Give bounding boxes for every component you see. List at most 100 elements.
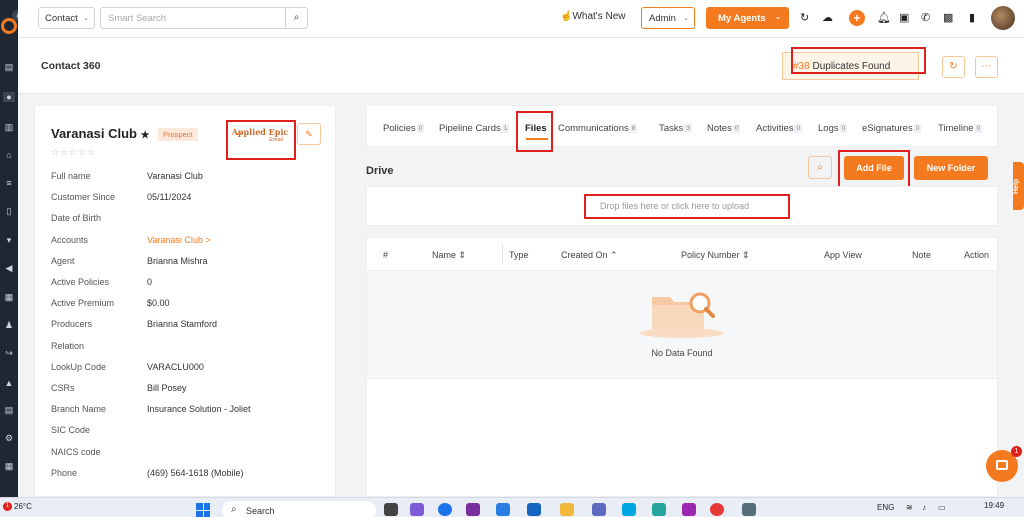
bank-icon[interactable]: ⌂ bbox=[3, 150, 15, 160]
chrome-icon[interactable] bbox=[710, 503, 724, 516]
column-header-policy-number[interactable]: Policy Number ⇕ bbox=[681, 250, 750, 261]
column-header-label: Created On bbox=[561, 250, 608, 260]
tab-label: Logs bbox=[818, 123, 839, 134]
app-icon[interactable] bbox=[496, 503, 510, 516]
document-icon[interactable]: ▯ bbox=[3, 206, 15, 216]
store-icon[interactable] bbox=[592, 503, 606, 516]
bell-icon[interactable]: 🔔︎ bbox=[877, 11, 891, 25]
calculator-app-icon[interactable] bbox=[742, 503, 756, 516]
page-header: Contact 360 #38 Duplicates Found ↻ ⋯ bbox=[18, 38, 1024, 94]
tab-tasks[interactable]: Tasks 3 bbox=[659, 123, 692, 134]
copilot-icon[interactable] bbox=[410, 503, 424, 516]
my-agents-button[interactable]: My Agents ⌄ bbox=[706, 7, 789, 29]
mail-icon[interactable] bbox=[527, 503, 541, 516]
tray-language[interactable]: ENG bbox=[877, 503, 894, 512]
phone-icon[interactable]: ✆ bbox=[921, 11, 930, 25]
highlight-box bbox=[226, 120, 296, 160]
search-scope-select[interactable]: Contact ⌄ bbox=[38, 7, 95, 29]
drive-title: Drive bbox=[366, 165, 394, 177]
chart-icon[interactable]: ▲ bbox=[3, 378, 15, 388]
field-value: 0 bbox=[147, 277, 153, 287]
filter-icon[interactable]: ▾ bbox=[3, 235, 15, 245]
edit-contact-button[interactable]: ✎ bbox=[297, 123, 321, 145]
whats-new-label: What's New bbox=[572, 11, 626, 22]
weather-widget[interactable]: 26°C bbox=[14, 502, 32, 511]
user-icon[interactable]: ♟ bbox=[3, 320, 15, 330]
new-folder-button[interactable]: New Folder bbox=[914, 156, 988, 180]
volume-icon[interactable]: ♪ bbox=[922, 503, 926, 512]
file-explorer-icon[interactable] bbox=[560, 503, 574, 516]
contacts-icon[interactable]: ● bbox=[3, 92, 15, 102]
wifi-icon[interactable]: ≋ bbox=[906, 503, 913, 512]
calculator-icon[interactable]: ▮ bbox=[969, 11, 975, 25]
app-icon[interactable] bbox=[652, 503, 666, 516]
sync-button[interactable]: ↻ bbox=[942, 56, 965, 78]
clipboard-icon[interactable]: ▥ bbox=[3, 122, 15, 132]
column-header-label: Name bbox=[432, 250, 457, 260]
megaphone-icon[interactable]: ◀ bbox=[3, 263, 15, 273]
report-icon[interactable]: ▤ bbox=[3, 405, 15, 415]
column-header-name[interactable]: Name ⇕ bbox=[432, 250, 466, 261]
tab-pipeline-cards[interactable]: Pipeline Cards 1 bbox=[439, 123, 510, 134]
chat-button[interactable]: 1 bbox=[986, 446, 1022, 482]
field-label: Active Policies bbox=[51, 277, 110, 287]
search-files-button[interactable]: ⌕ bbox=[808, 156, 832, 179]
whats-new-link[interactable]: ☝What's New bbox=[560, 11, 626, 22]
tab-logs[interactable]: Logs 0 bbox=[818, 123, 848, 134]
sort-asc-icon: ⌃ bbox=[610, 250, 618, 260]
add-icon[interactable]: + bbox=[849, 10, 865, 26]
windows-start-icon[interactable] bbox=[196, 503, 210, 517]
chevron-down-icon: ⌄ bbox=[83, 15, 89, 22]
help-tab[interactable]: Help bbox=[1013, 162, 1024, 210]
list-icon[interactable]: ≡ bbox=[3, 178, 15, 188]
column-header-action: Action bbox=[964, 250, 990, 260]
smart-search-input[interactable]: Smart Search bbox=[100, 7, 286, 29]
tab-notes[interactable]: Notes 0 bbox=[707, 123, 741, 134]
edge-icon[interactable] bbox=[438, 503, 452, 516]
rating-stars[interactable]: ☆☆☆☆☆ bbox=[51, 147, 96, 158]
sort-icon: ⇕ bbox=[742, 250, 750, 260]
field-label: NAICS code bbox=[51, 447, 101, 457]
notifications-panel-icon[interactable]: ▣ bbox=[899, 11, 909, 25]
my-agents-label: My Agents bbox=[718, 13, 766, 24]
detail-tabs: Policies 0 Pipeline Cards 1 Files Communic… bbox=[366, 105, 998, 147]
field-label: Relation bbox=[51, 341, 85, 351]
column-header-type[interactable]: Type bbox=[509, 250, 529, 260]
contact-name: Varanasi Club ★ bbox=[51, 126, 150, 141]
grid-icon[interactable]: ▦ bbox=[3, 461, 15, 471]
taskbar-clock[interactable]: 19:49 bbox=[984, 501, 1004, 510]
taskbar-search-label: Search bbox=[246, 506, 275, 516]
tab-communications[interactable]: Communications 8 bbox=[558, 123, 638, 134]
column-header-label: Policy Number bbox=[681, 250, 740, 260]
tab-policies[interactable]: Policies 0 bbox=[383, 123, 425, 134]
tab-esignatures[interactable]: eSignatures 0 bbox=[862, 123, 922, 134]
refresh-icon[interactable]: ↻ bbox=[800, 11, 809, 25]
accounts-link[interactable]: Varanasi Club > bbox=[147, 235, 211, 245]
star-icon[interactable]: ★ bbox=[141, 130, 150, 141]
tab-count: 0 bbox=[732, 124, 741, 133]
pencil-icon: ✎ bbox=[305, 129, 313, 139]
logout-icon[interactable]: ↪ bbox=[3, 348, 15, 358]
column-header-created-on[interactable]: Created On ⌃ bbox=[561, 250, 618, 261]
highlight-box bbox=[791, 47, 926, 74]
app-icon[interactable] bbox=[682, 503, 696, 516]
field-label: CSRs bbox=[51, 383, 75, 393]
battery-icon[interactable]: ▭ bbox=[938, 503, 946, 512]
chip-icon[interactable]: ▩ bbox=[943, 11, 953, 25]
onenote-icon[interactable] bbox=[466, 503, 480, 516]
search-icon[interactable]: ⌕ bbox=[285, 7, 308, 29]
skype-icon[interactable] bbox=[622, 503, 636, 516]
tab-label: Timeline bbox=[938, 123, 974, 134]
settings-icon[interactable]: ⚙ bbox=[3, 433, 15, 443]
dashboard-icon[interactable]: ▤ bbox=[3, 62, 15, 72]
admin-select[interactable]: Admin ⌄ bbox=[641, 7, 695, 29]
more-options-button[interactable]: ⋯ bbox=[975, 56, 998, 78]
task-view-icon[interactable] bbox=[384, 503, 398, 516]
layers-icon[interactable]: ▦ bbox=[3, 292, 15, 302]
taskbar-search[interactable]: ⌕ Search bbox=[222, 501, 376, 517]
tab-activities[interactable]: Activities 0 bbox=[756, 123, 803, 134]
user-avatar[interactable] bbox=[991, 6, 1015, 30]
tab-timeline[interactable]: Timeline 0 bbox=[938, 123, 983, 134]
column-header-app-view: App View bbox=[824, 250, 862, 260]
cloud-sync-icon[interactable]: ☁ bbox=[822, 11, 833, 25]
